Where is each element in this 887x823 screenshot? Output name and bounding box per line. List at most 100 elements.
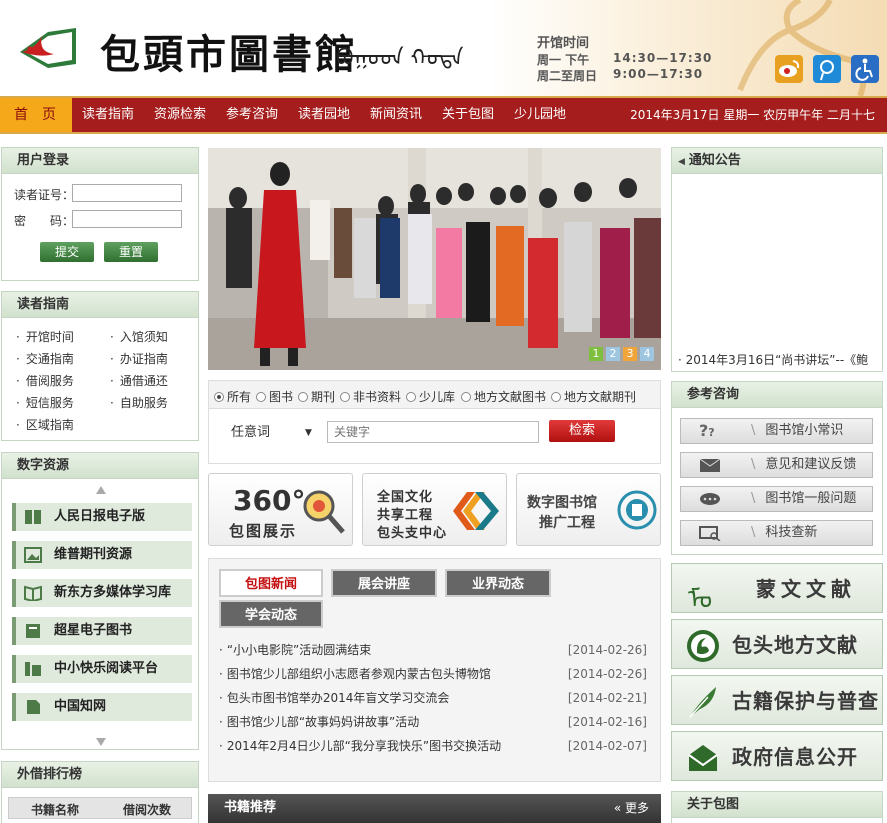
guide-link[interactable]: 开馆时间 bbox=[16, 328, 74, 345]
book-icon bbox=[25, 510, 41, 524]
digital-resources-title: 数字资源 bbox=[2, 453, 198, 479]
news-title: 图书馆少儿部“故事妈妈讲故事”活动 bbox=[219, 710, 419, 734]
document-icon bbox=[27, 700, 40, 714]
scope-local-periodicals[interactable]: 地方文献期刊 bbox=[551, 388, 636, 405]
slide-page-1[interactable]: 1 bbox=[589, 347, 603, 361]
more-label: 更多 bbox=[624, 801, 649, 815]
image-icon bbox=[24, 547, 42, 563]
resource-item[interactable]: 中国知网 bbox=[12, 693, 192, 721]
ref-library-tips[interactable]: ?? 图书馆小常识 bbox=[680, 418, 873, 444]
mongolian-literature-button[interactable]: ᠮᠣ 蒙文文献 bbox=[671, 563, 883, 615]
news-item[interactable]: 2014年2月4日少儿部“我分享我快乐”图书交换活动 [2014-02-07] bbox=[219, 734, 647, 758]
resource-label: 超星电子图书 bbox=[54, 623, 133, 638]
scope-all[interactable]: 所有 bbox=[214, 388, 251, 405]
scope-local-books[interactable]: 地方文献图书 bbox=[461, 388, 546, 405]
ebook-icon bbox=[26, 624, 40, 638]
ref-general-questions[interactable]: 图书馆一般问题 bbox=[680, 486, 873, 512]
promo-360-tour[interactable]: 360° 包图展示 bbox=[208, 473, 353, 546]
news-panel: 包图新闻 展会讲座 业界动态 学会动态 “小小电影院”活动圆满结束 [2014-0… bbox=[208, 558, 661, 782]
nav-children[interactable]: 少儿园地 bbox=[514, 98, 566, 132]
scroll-down-icon[interactable] bbox=[95, 737, 107, 747]
col-borrow-count: 借阅次数 bbox=[123, 803, 172, 817]
scope-nonbook[interactable]: 非书资料 bbox=[340, 388, 401, 405]
tab-society-news[interactable]: 学会动态 bbox=[219, 600, 323, 628]
resource-item[interactable]: 维普期刊资源 bbox=[12, 541, 192, 569]
nav-reader-garden[interactable]: 读者园地 bbox=[298, 98, 350, 132]
ranking-title: 外借排行榜 bbox=[2, 762, 198, 788]
weibo-icon[interactable] bbox=[775, 55, 803, 83]
tab-industry-news[interactable]: 业界动态 bbox=[445, 569, 551, 597]
slide-page-3[interactable]: 3 bbox=[623, 347, 637, 361]
scope-label: 少儿库 bbox=[419, 390, 456, 404]
local-literature-button[interactable]: 包头地方文献 bbox=[671, 619, 883, 669]
double-chevron-left-icon: « bbox=[613, 801, 622, 815]
ref-label: 图书馆一般问题 bbox=[751, 487, 856, 511]
promo-digital-library[interactable]: 数字图书馆 推广工程 bbox=[516, 473, 661, 546]
ref-novelty-search[interactable]: 科技查新 bbox=[680, 520, 873, 546]
news-date: [2014-02-26] bbox=[567, 667, 647, 681]
reset-button[interactable]: 重置 bbox=[104, 242, 158, 262]
guide-link[interactable]: 通借通还 bbox=[110, 372, 168, 389]
library-name: 包頭市圖書館 bbox=[100, 31, 358, 78]
ref-label: 图书馆小常识 bbox=[751, 419, 843, 443]
reference-title: 参考咨询 bbox=[672, 382, 882, 408]
feature-label: 蒙文文献 bbox=[756, 577, 856, 601]
accessibility-icon[interactable] bbox=[851, 55, 879, 83]
guide-link[interactable]: 区域指南 bbox=[16, 416, 74, 433]
ancient-books-button[interactable]: 古籍保护与普查 bbox=[671, 675, 883, 725]
scope-books[interactable]: 图书 bbox=[256, 388, 293, 405]
tab-library-news[interactable]: 包图新闻 bbox=[219, 569, 323, 597]
guide-link[interactable]: 办证指南 bbox=[110, 350, 168, 367]
news-item[interactable]: 图书馆少儿部“故事妈妈讲故事”活动 [2014-02-16] bbox=[219, 710, 647, 734]
search-button[interactable]: 检索 bbox=[549, 420, 615, 442]
submit-button[interactable]: 提交 bbox=[40, 242, 94, 262]
ref-label: 意见和建议反馈 bbox=[751, 453, 856, 477]
tencent-weibo-icon[interactable] bbox=[813, 55, 841, 83]
guide-link[interactable]: 入馆须知 bbox=[110, 328, 168, 345]
slide-page-4[interactable]: 4 bbox=[640, 347, 654, 361]
scroll-up-icon[interactable] bbox=[95, 485, 107, 495]
feather-quill-icon bbox=[689, 687, 716, 718]
ref-feedback[interactable]: 意见和建议反馈 bbox=[680, 452, 873, 478]
more-link[interactable]: « 更多 bbox=[614, 794, 649, 822]
notice-scroll-item[interactable]: · 2014年3月16日“尚书讲坛”--《鲍 bbox=[678, 351, 876, 368]
guide-link[interactable]: 借阅服务 bbox=[16, 372, 74, 389]
scope-periodicals[interactable]: 期刊 bbox=[298, 388, 335, 405]
news-item[interactable]: 包头市图书馆举办2014年盲文学习交流会 [2014-02-21] bbox=[219, 686, 647, 710]
tab-exhibitions-lectures[interactable]: 展会讲座 bbox=[331, 569, 437, 597]
library-logo-icon bbox=[20, 28, 76, 68]
feature-label: 政府信息公开 bbox=[732, 745, 858, 769]
nav-resource-search[interactable]: 资源检索 bbox=[154, 98, 206, 132]
banner-slideshow[interactable]: 1 2 3 4 bbox=[208, 148, 661, 370]
radio-icon bbox=[256, 392, 266, 402]
government-info-button[interactable]: 政府信息公开 bbox=[671, 731, 883, 781]
search-panel: 所有 图书 期刊 非书资料 少儿库 地方文献图书 地方文献期刊 任意词 ▼ 检索 bbox=[208, 380, 661, 464]
password-input[interactable] bbox=[72, 210, 182, 228]
news-item[interactable]: 图书馆少儿部组织小志愿者参观内蒙古包头博物馆 [2014-02-26] bbox=[219, 662, 647, 686]
news-item[interactable]: “小小电影院”活动圆满结束 [2014-02-26] bbox=[219, 638, 647, 662]
dropdown-arrow-icon: ▼ bbox=[305, 428, 312, 438]
hours-row: 周二至周日 9:00—17:30 bbox=[537, 67, 702, 84]
resource-item[interactable]: 中小快乐阅读平台 bbox=[12, 655, 192, 683]
scope-label: 期刊 bbox=[311, 390, 336, 404]
nav-about[interactable]: 关于包图 bbox=[442, 98, 494, 132]
guide-link[interactable]: 短信服务 bbox=[16, 394, 74, 411]
slide-page-2[interactable]: 2 bbox=[606, 347, 620, 361]
resource-item[interactable]: 人民日报电子版 bbox=[12, 503, 192, 531]
card-number-input[interactable] bbox=[72, 184, 182, 202]
guide-link[interactable]: 自助服务 bbox=[110, 394, 168, 411]
search-field-select[interactable]: 任意词 ▼ bbox=[231, 422, 319, 444]
promo-culture-sharing[interactable]: 全国文化 共享工程 包头支中心 bbox=[362, 473, 507, 546]
scope-children[interactable]: 少儿库 bbox=[406, 388, 455, 405]
search-input[interactable] bbox=[327, 421, 539, 443]
nav-reference[interactable]: 参考咨询 bbox=[226, 98, 278, 132]
reference-panel: 参考咨询 ?? 图书馆小常识 意见和建议反馈 图书馆一般问题 科技查新 bbox=[671, 381, 883, 555]
resource-item[interactable]: 新东方多媒体学习库 bbox=[12, 579, 192, 607]
radio-selected-icon bbox=[214, 392, 224, 402]
nav-news[interactable]: 新闻资讯 bbox=[370, 98, 422, 132]
nav-reader-guide[interactable]: 读者指南 bbox=[82, 98, 134, 132]
nav-home[interactable]: 首页 bbox=[0, 98, 72, 132]
resource-label: 中小快乐阅读平台 bbox=[54, 661, 159, 676]
resource-item[interactable]: 超星电子图书 bbox=[12, 617, 192, 645]
guide-link[interactable]: 交通指南 bbox=[16, 350, 74, 367]
